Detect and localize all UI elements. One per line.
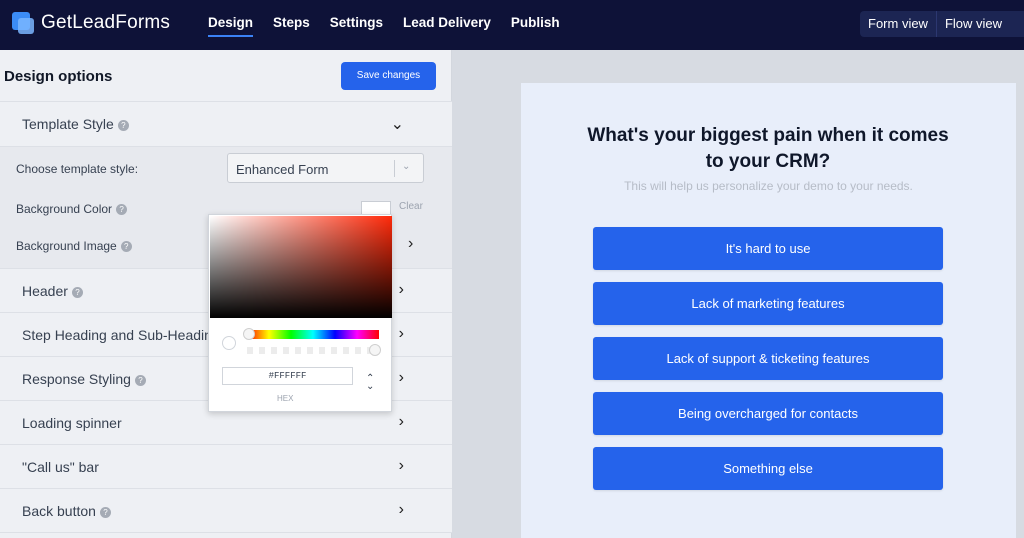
help-icon[interactable]: ? <box>116 204 128 216</box>
saturation-area[interactable] <box>210 216 392 318</box>
section-template-style[interactable]: Template Style? ⌄ <box>0 102 452 147</box>
help-icon[interactable]: ? <box>71 286 83 298</box>
form-view-button[interactable]: Form view <box>860 11 936 37</box>
section-label: Step Heading and Sub-Heading <box>22 327 220 343</box>
form-preview: What's your biggest pain when it comes t… <box>521 83 1016 538</box>
panel-title: Design options <box>4 68 113 85</box>
color-preview <box>222 336 236 350</box>
chevron-right-icon[interactable]: › <box>399 281 404 299</box>
format-toggle-icon[interactable]: ⌃ ⌄ <box>366 374 374 392</box>
clear-color-link[interactable]: Clear <box>399 201 423 212</box>
main-nav: Design Steps Settings Lead Delivery Publ… <box>208 15 580 37</box>
help-icon[interactable]: ? <box>99 506 111 518</box>
section-label: Back button <box>22 503 96 519</box>
section-label: Header <box>22 283 68 299</box>
answer-option[interactable]: Something else <box>593 447 943 490</box>
question-title: What's your biggest pain when it comes t… <box>587 125 949 172</box>
brand-name: GetLeadForms <box>41 12 171 33</box>
help-icon[interactable]: ? <box>120 241 132 253</box>
help-icon[interactable]: ? <box>117 119 129 131</box>
template-style-select[interactable]: Enhanced Form ⌄ <box>227 153 424 183</box>
answer-option[interactable]: Lack of marketing features <box>593 282 943 325</box>
nav-settings[interactable]: Settings <box>330 15 383 37</box>
answer-option[interactable]: Being overcharged for contacts <box>593 392 943 435</box>
section-label: "Call us" bar <box>22 459 99 475</box>
answer-option[interactable]: Lack of support & ticketing features <box>593 337 943 380</box>
top-navbar: GetLeadForms Design Steps Settings Lead … <box>0 0 1024 50</box>
background-color-label: Background Color <box>16 202 113 216</box>
nav-lead-delivery[interactable]: Lead Delivery <box>403 15 491 37</box>
hue-slider[interactable] <box>247 330 379 339</box>
hex-label: HEX <box>277 394 294 403</box>
nav-design[interactable]: Design <box>208 15 254 37</box>
chevron-right-icon[interactable]: › <box>399 413 404 431</box>
chevron-right-icon[interactable]: › <box>399 457 404 475</box>
section-label: Template Style <box>22 116 114 132</box>
flow-view-button[interactable]: Flow view <box>935 11 1010 37</box>
select-divider <box>394 160 395 177</box>
hex-input[interactable]: #FFFFFF <box>222 367 353 385</box>
alpha-handle[interactable] <box>369 344 381 356</box>
chevron-right-icon[interactable]: › <box>399 325 404 343</box>
choose-template-label: Choose template style: <box>16 162 139 176</box>
section-call-us-bar[interactable]: "Call us" bar › <box>0 445 452 489</box>
alpha-slider[interactable] <box>247 347 379 354</box>
save-changes-button[interactable]: Save changes <box>341 62 436 90</box>
select-value: Enhanced Form <box>236 162 329 177</box>
section-label: Loading spinner <box>22 415 122 431</box>
chevron-down-icon[interactable]: ⌄ <box>391 114 404 134</box>
nav-publish[interactable]: Publish <box>511 15 560 37</box>
help-icon[interactable]: ? <box>134 374 146 386</box>
color-picker: #FFFFFF ⌃ ⌄ HEX <box>208 214 392 412</box>
nav-steps[interactable]: Steps <box>273 15 310 37</box>
panel-header: Design options Save changes <box>0 50 452 102</box>
answer-option[interactable]: It's hard to use <box>593 227 943 270</box>
view-toggle: Form view Flow view <box>860 11 1024 37</box>
chevron-down-icon: ⌄ <box>402 161 411 172</box>
hue-handle[interactable] <box>243 328 255 340</box>
chevron-right-icon[interactable]: › <box>399 369 404 387</box>
section-back-button[interactable]: Back button? › <box>0 489 452 533</box>
background-image-label: Background Image <box>16 239 117 253</box>
question-subtitle: This will help us personalize your demo … <box>624 179 913 193</box>
chevron-right-icon[interactable]: › <box>399 501 404 519</box>
chevron-right-icon[interactable]: › <box>408 235 413 253</box>
brand[interactable]: GetLeadForms <box>12 12 170 34</box>
section-label: Response Styling <box>22 371 131 387</box>
logo-icon <box>12 12 34 34</box>
